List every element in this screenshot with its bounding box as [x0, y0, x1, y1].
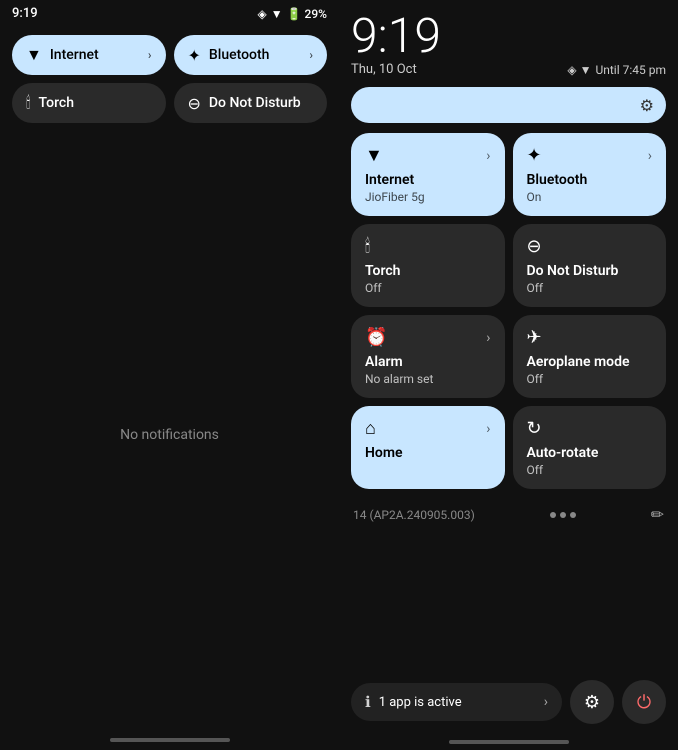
status-bar-left: 9:19 ◈ ▼ 🔋 29%: [0, 0, 339, 27]
active-app-pill[interactable]: ℹ 1 app is active ›: [351, 683, 562, 721]
tile-internet-header: ▼ ›: [365, 145, 491, 166]
tile-home-header: ⌂ ›: [365, 418, 491, 439]
tile-dnd-header: ⊖: [527, 236, 653, 257]
build-text: 14 (AP2A.240905.003): [353, 508, 475, 522]
aeroplane-right-title: Aeroplane mode: [527, 354, 653, 370]
signal-icon: ◈: [257, 7, 266, 21]
bottom-spacer: [351, 530, 666, 670]
tile-alarm-header: ⏰ ›: [365, 327, 491, 348]
bluetooth-right-arrow: ›: [648, 148, 652, 164]
torch-right-icon: 🕯: [365, 236, 370, 257]
bottom-bar: ℹ 1 app is active › ⚙ ⏻: [351, 670, 666, 736]
tile-torch-label: Torch: [39, 95, 74, 111]
active-app-arrow: ›: [544, 694, 548, 710]
tile-internet-left[interactable]: ▼ Internet ›: [12, 35, 166, 75]
tiles-grid-right: ▼ › Internet JioFiber 5g ✦ › Bluetooth O…: [351, 133, 666, 489]
tile-bluetooth-header: ✦ ›: [527, 145, 653, 166]
internet-right-arrow: ›: [486, 148, 490, 164]
wifi-icon: ▼: [271, 7, 283, 21]
time-right: 9:19: [351, 12, 666, 60]
dnd-right-subtitle: Off: [527, 281, 653, 295]
dnd-tile-icon: ⊖: [188, 94, 201, 113]
aeroplane-right-subtitle: Off: [527, 372, 653, 386]
alarm-right-subtitle: No alarm set: [365, 372, 491, 386]
bluetooth-right-subtitle: On: [527, 190, 653, 204]
tile-torch-right[interactable]: 🕯 Torch Off: [351, 224, 505, 307]
alarm-right-icon: ⏰: [365, 327, 387, 348]
alarm-right-title: Alarm: [365, 354, 491, 370]
until-text: ◈ ▼ Until 7:45 pm: [567, 63, 666, 77]
autorotate-right-icon: ↻: [527, 418, 542, 439]
search-bar[interactable]: ⚙: [351, 87, 666, 123]
tile-autorotate-header: ↻: [527, 418, 653, 439]
left-panel: 9:19 ◈ ▼ 🔋 29% ▼ Internet › ✦ Bluetooth …: [0, 0, 339, 750]
time-left: 9:19: [12, 6, 38, 21]
internet-right-title: Internet: [365, 172, 491, 188]
torch-right-subtitle: Off: [365, 281, 491, 295]
tile-dnd-left[interactable]: ⊖ Do Not Disturb: [174, 83, 328, 123]
tile-autorotate-right[interactable]: ↻ Auto-rotate Off: [513, 406, 667, 489]
settings-button[interactable]: ⚙: [570, 680, 614, 724]
tile-torch-header: 🕯: [365, 236, 491, 257]
date-right: Thu, 10 Oct: [351, 62, 417, 77]
status-icon-right: ◈ ▼: [567, 63, 591, 77]
internet-right-icon: ▼: [365, 145, 383, 166]
settings-gear-icon[interactable]: ⚙: [640, 96, 654, 115]
dot-1: [550, 512, 556, 518]
build-dots[interactable]: [550, 512, 576, 518]
dnd-right-icon: ⊖: [527, 236, 542, 257]
until-label: Until 7:45 pm: [595, 63, 666, 77]
home-indicator-left: [110, 738, 230, 742]
tile-bluetooth-label: Bluetooth: [209, 47, 270, 63]
tile-dnd-label: Do Not Disturb: [209, 95, 301, 111]
settings-button-icon: ⚙: [584, 692, 600, 713]
date-until-row: Thu, 10 Oct ◈ ▼ Until 7:45 pm: [351, 62, 666, 77]
torch-tile-icon: 🕯: [26, 93, 31, 113]
no-notifications-text: No notifications: [120, 427, 219, 443]
tile-home-right[interactable]: ⌂ › Home: [351, 406, 505, 489]
dot-3: [570, 512, 576, 518]
tile-internet-label: Internet: [50, 47, 99, 63]
active-app-label: 1 app is active: [379, 695, 462, 710]
tile-alarm-right[interactable]: ⏰ › Alarm No alarm set: [351, 315, 505, 398]
alarm-right-arrow: ›: [486, 330, 490, 346]
internet-right-subtitle: JioFiber 5g: [365, 190, 491, 204]
power-button[interactable]: ⏻: [622, 680, 666, 724]
bluetooth-tile-icon: ✦: [188, 46, 201, 65]
quick-tiles-left: ▼ Internet › ✦ Bluetooth › 🕯 Torch ⊖ Do …: [0, 27, 339, 131]
status-icons-left: ◈ ▼ 🔋 29%: [257, 7, 327, 21]
tile-aeroplane-header: ✈: [527, 327, 653, 348]
home-right-title: Home: [365, 445, 491, 461]
tile-bluetooth-right[interactable]: ✦ › Bluetooth On: [513, 133, 667, 216]
tile-torch-left[interactable]: 🕯 Torch: [12, 83, 166, 123]
tile-internet-right[interactable]: ▼ › Internet JioFiber 5g: [351, 133, 505, 216]
autorotate-right-subtitle: Off: [527, 463, 653, 477]
power-button-icon: ⏻: [637, 692, 651, 713]
active-app-left: ℹ 1 app is active: [365, 693, 462, 711]
battery-icon: 🔋 29%: [287, 7, 327, 21]
notifications-area: No notifications: [0, 131, 339, 738]
tile-bluetooth-arrow: ›: [309, 48, 313, 62]
aeroplane-right-icon: ✈: [527, 327, 542, 348]
tile-internet-arrow: ›: [148, 48, 152, 62]
build-row: 14 (AP2A.240905.003) ✏: [351, 499, 666, 530]
autorotate-right-title: Auto-rotate: [527, 445, 653, 461]
home-indicator-right: [449, 740, 569, 744]
active-app-info-icon: ℹ: [365, 693, 371, 711]
torch-right-title: Torch: [365, 263, 491, 279]
dnd-right-title: Do Not Disturb: [527, 263, 653, 279]
bluetooth-right-title: Bluetooth: [527, 172, 653, 188]
home-right-arrow: ›: [486, 421, 490, 437]
bluetooth-right-icon: ✦: [527, 145, 542, 166]
edit-icon[interactable]: ✏: [651, 505, 664, 524]
dot-2: [560, 512, 566, 518]
tile-bluetooth-left[interactable]: ✦ Bluetooth ›: [174, 35, 328, 75]
home-right-icon: ⌂: [365, 418, 376, 439]
wifi-tile-icon: ▼: [26, 45, 42, 65]
right-panel: 9:19 Thu, 10 Oct ◈ ▼ Until 7:45 pm ⚙ ▼ ›…: [339, 0, 678, 750]
tile-aeroplane-right[interactable]: ✈ Aeroplane mode Off: [513, 315, 667, 398]
tile-dnd-right[interactable]: ⊖ Do Not Disturb Off: [513, 224, 667, 307]
